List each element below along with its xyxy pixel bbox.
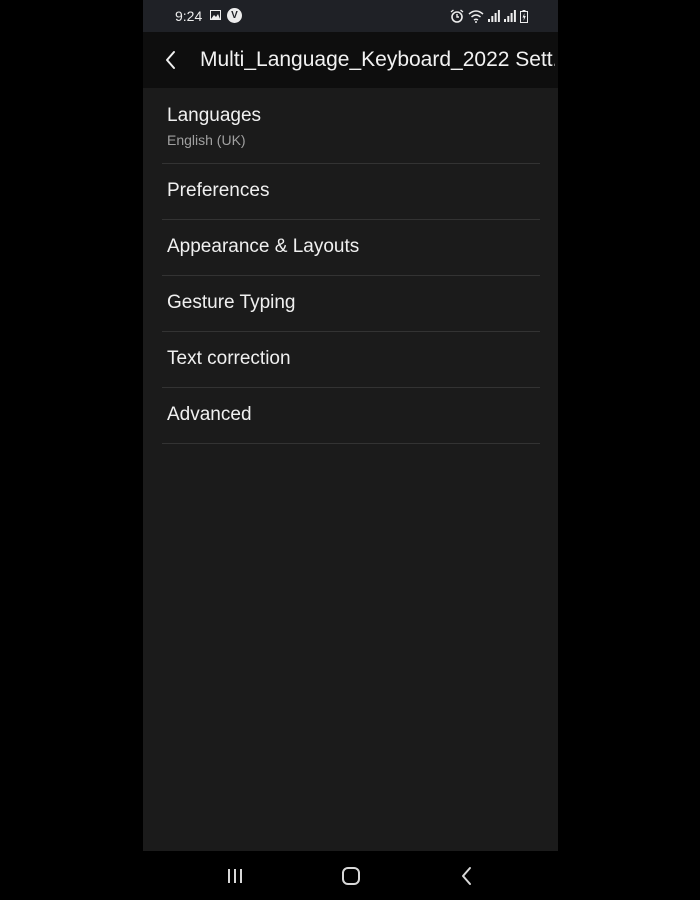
wifi-icon [468,9,484,23]
home-icon[interactable] [339,865,363,887]
settings-item-appearance-layouts[interactable]: Appearance & Layouts [162,220,540,276]
recents-icon[interactable] [223,865,247,887]
settings-item-title: Advanced [167,404,252,425]
gallery-icon [210,10,221,20]
page-title: Multi_Language_Keyboard_2022 Sett... [200,48,555,71]
settings-item-title: Gesture Typing [167,292,296,313]
settings-item-preferences[interactable]: Preferences [162,164,540,220]
alarm-icon [450,9,464,23]
status-time: 9:24 [175,8,203,24]
chevron-left-icon[interactable] [157,46,185,74]
app-bar: Multi_Language_Keyboard_2022 Sett... [143,32,558,88]
settings-item-title: Appearance & Layouts [167,236,360,257]
settings-item-languages[interactable]: Languages English (UK) [162,88,540,164]
settings-item-text-correction[interactable]: Text correction [162,332,540,388]
status-icons [450,8,528,24]
settings-item-title: Preferences [167,180,270,201]
v-badge-icon: V [227,8,242,23]
settings-item-gesture-typing[interactable]: Gesture Typing [162,276,540,332]
settings-item-title: Languages [167,105,262,126]
back-icon[interactable] [455,865,479,887]
phone-screen: 9:24 V Multi_Language_Keyboard_2022 Sett… [143,0,558,900]
status-bar: 9:24 V [143,0,558,32]
settings-item-title: Text correction [167,348,291,369]
battery-icon [520,9,528,23]
navigation-bar [143,851,558,900]
signal-icon [488,10,500,22]
settings-item-advanced[interactable]: Advanced [162,388,540,444]
settings-list: Languages English (UK) Preferences Appea… [162,88,540,444]
settings-content: Languages English (UK) Preferences Appea… [143,88,558,851]
settings-item-subtitle: English (UK) [167,132,246,148]
signal-icon [504,10,516,22]
